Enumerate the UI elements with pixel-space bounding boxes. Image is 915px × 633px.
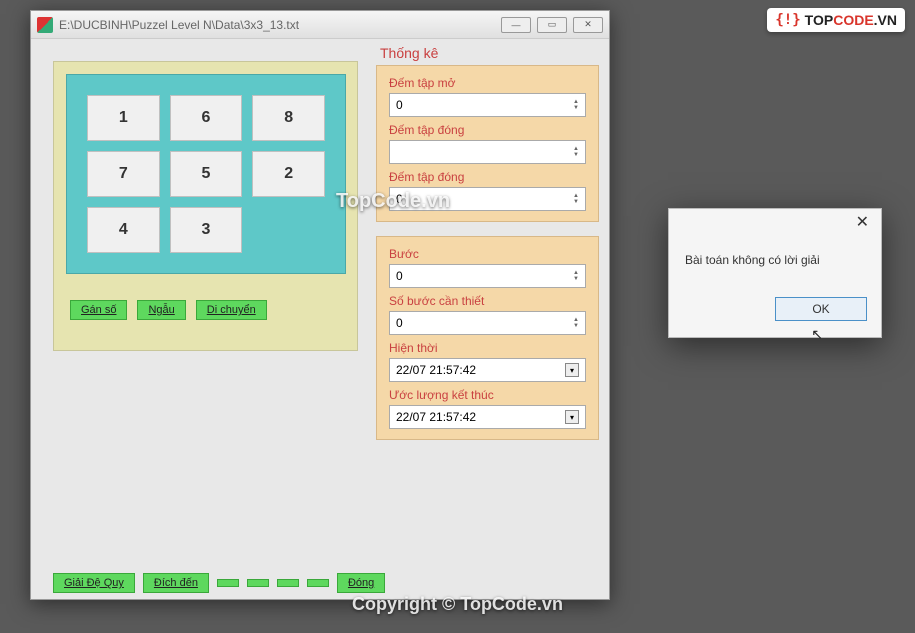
- window-titlebar[interactable]: E:\DUCBINH\Puzzel Level N\Data\3x3_13.tx…: [31, 11, 609, 39]
- calendar-icon[interactable]: ▾: [565, 363, 579, 377]
- open-count-label: Đếm tập mở: [389, 76, 586, 90]
- needed-step-input[interactable]: 0 ▲▼: [389, 311, 586, 335]
- minimize-button[interactable]: —: [501, 17, 531, 33]
- closed2-count-label: Đếm tập đóng: [389, 170, 586, 184]
- closed2-count-value: 0: [396, 192, 403, 206]
- open-count-value: 0: [396, 98, 403, 112]
- current-time-value: 22/07 21:57:42: [396, 363, 476, 377]
- needed-step-label: Số bước cần thiết: [389, 294, 586, 308]
- puzzle-frame: 1 6 8 7 5 2 4 3 Gán số Ngẫu Di chuyển: [53, 61, 358, 351]
- estimate-time-label: Ước lượng kết thúc: [389, 388, 586, 402]
- stats-panel: Thống kê Đếm tập mở 0 ▲▼ Đếm tập đóng ▲▼…: [376, 39, 609, 599]
- spinner-icon[interactable]: ▲▼: [573, 193, 579, 205]
- spinner-icon[interactable]: ▲▼: [573, 146, 579, 158]
- dialog-close-icon[interactable]: ✕: [852, 212, 873, 232]
- puzzle-tile[interactable]: 7: [87, 151, 160, 197]
- dialog-body: Bài toán không có lời giải OK ↖: [669, 235, 881, 337]
- logo-bracket-icon: {!}: [775, 12, 800, 28]
- puzzle-tile[interactable]: 4: [87, 207, 160, 253]
- random-button[interactable]: Ngẫu: [137, 300, 185, 320]
- spinner-icon[interactable]: ▲▼: [573, 99, 579, 111]
- bottom-button-4[interactable]: [247, 579, 269, 587]
- needed-step-value: 0: [396, 316, 403, 330]
- move-button[interactable]: Di chuyển: [196, 300, 267, 320]
- current-time-picker[interactable]: 22/07 21:57:42 ▾: [389, 358, 586, 382]
- assign-button[interactable]: Gán số: [70, 300, 127, 320]
- maximize-button[interactable]: ▭: [537, 17, 567, 33]
- dialog-titlebar[interactable]: ✕: [669, 209, 881, 235]
- closed-count-input[interactable]: ▲▼: [389, 140, 586, 164]
- stats-group-2: Bước 0 ▲▼ Số bước cần thiết 0 ▲▼ Hiện th…: [376, 236, 599, 440]
- calendar-icon[interactable]: ▾: [565, 410, 579, 424]
- main-window: E:\DUCBINH\Puzzel Level N\Data\3x3_13.tx…: [30, 10, 610, 600]
- step-label: Bước: [389, 247, 586, 261]
- window-title: E:\DUCBINH\Puzzel Level N\Data\3x3_13.tx…: [59, 18, 501, 32]
- spinner-icon[interactable]: ▲▼: [573, 270, 579, 282]
- stats-group-1: Đếm tập mở 0 ▲▼ Đếm tập đóng ▲▼ Đếm tập …: [376, 65, 599, 222]
- destination-button[interactable]: Đích đến: [143, 573, 209, 593]
- closed-count-label: Đếm tập đóng: [389, 123, 586, 137]
- close-button[interactable]: ✕: [573, 17, 603, 33]
- close-app-button[interactable]: Đóng: [337, 573, 385, 593]
- puzzle-board: 1 6 8 7 5 2 4 3: [66, 74, 346, 274]
- logo-text-code: CODE: [833, 12, 873, 28]
- step-input[interactable]: 0 ▲▼: [389, 264, 586, 288]
- bottom-button-3[interactable]: [217, 579, 239, 587]
- logo-text-top: TOP: [805, 12, 834, 28]
- stats-title: Thống kê: [376, 45, 599, 61]
- puzzle-tile[interactable]: 1: [87, 95, 160, 141]
- puzzle-tile[interactable]: 3: [170, 207, 243, 253]
- solve-recursive-button[interactable]: Giải Đệ Quy: [53, 573, 135, 593]
- bottom-button-5[interactable]: [277, 579, 299, 587]
- bottom-button-bar: Giải Đệ Quy Đích đến Đóng: [53, 573, 595, 593]
- puzzle-tile[interactable]: 8: [252, 95, 325, 141]
- logo-badge: {!} TOPCODE.VN: [767, 8, 905, 32]
- current-time-label: Hiện thời: [389, 341, 586, 355]
- message-dialog: ✕ Bài toán không có lời giải OK ↖: [668, 208, 882, 338]
- closed2-count-input[interactable]: 0 ▲▼: [389, 187, 586, 211]
- open-count-input[interactable]: 0 ▲▼: [389, 93, 586, 117]
- estimate-time-picker[interactable]: 22/07 21:57:42 ▾: [389, 405, 586, 429]
- spinner-icon[interactable]: ▲▼: [573, 317, 579, 329]
- app-icon: [37, 17, 53, 33]
- puzzle-tile-empty: [252, 207, 325, 253]
- logo-text-vn: .VN: [874, 12, 897, 28]
- puzzle-tile[interactable]: 5: [170, 151, 243, 197]
- bottom-button-6[interactable]: [307, 579, 329, 587]
- puzzle-tile[interactable]: 6: [170, 95, 243, 141]
- dialog-message: Bài toán không có lời giải: [681, 253, 869, 267]
- step-value: 0: [396, 269, 403, 283]
- cursor-icon: ↖: [811, 326, 823, 343]
- puzzle-panel: 1 6 8 7 5 2 4 3 Gán số Ngẫu Di chuyển: [31, 39, 376, 599]
- puzzle-tile[interactable]: 2: [252, 151, 325, 197]
- estimate-time-value: 22/07 21:57:42: [396, 410, 476, 424]
- dialog-ok-button[interactable]: OK: [775, 297, 867, 321]
